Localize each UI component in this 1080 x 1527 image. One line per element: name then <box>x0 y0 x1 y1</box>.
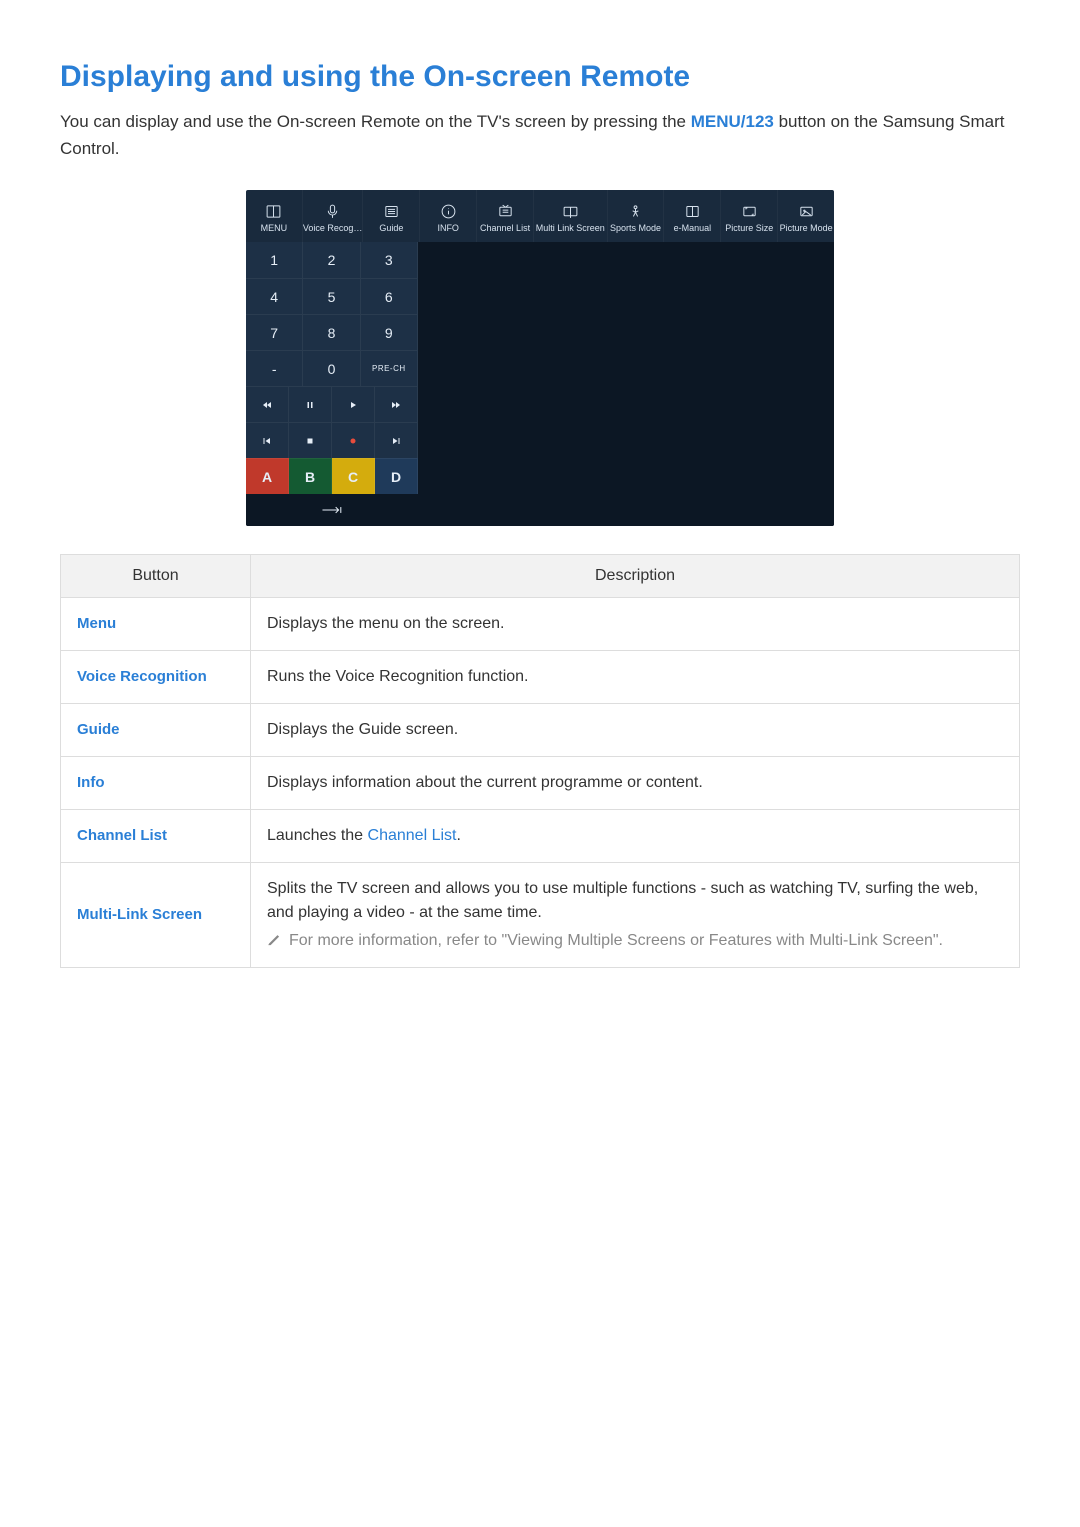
key-color-c[interactable]: C <box>332 458 375 494</box>
key-prech[interactable]: PRE-CH <box>361 350 418 386</box>
key-5[interactable]: 5 <box>303 278 360 314</box>
pause-icon <box>304 399 316 411</box>
record-icon <box>347 435 359 447</box>
note-icon <box>267 932 281 946</box>
key-rewind[interactable] <box>246 386 289 422</box>
key-pause[interactable] <box>289 386 332 422</box>
top-label: Multi Link Screen <box>536 223 605 233</box>
key-color-b[interactable]: B <box>289 458 332 494</box>
channel-list-link[interactable]: Channel List <box>368 827 457 844</box>
remote-empty-area <box>418 242 834 526</box>
microphone-icon <box>324 203 341 220</box>
top-label: Guide <box>379 223 403 233</box>
row-description: Displays the Guide screen. <box>251 704 1020 757</box>
top-channel-list-button[interactable]: Channel List <box>477 190 534 242</box>
row-button-name: Info <box>61 757 251 810</box>
remote-keypad: 1 2 3 4 5 6 7 8 9 - 0 PRE-CH <box>246 242 418 526</box>
stop-icon <box>304 435 316 447</box>
th-button: Button <box>61 555 251 598</box>
key-stop[interactable] <box>289 422 332 458</box>
key-1[interactable]: 1 <box>246 242 303 278</box>
intro-before: You can display and use the On-screen Re… <box>60 112 691 131</box>
key-0[interactable]: 0 <box>303 350 360 386</box>
table-row: Info Displays information about the curr… <box>61 757 1020 810</box>
top-label: Voice Recog… <box>303 223 363 233</box>
top-voice-button[interactable]: Voice Recog… <box>303 190 364 242</box>
key-prev[interactable] <box>246 422 289 458</box>
row-button-name: Multi-Link Screen <box>61 863 251 968</box>
play-icon <box>347 399 359 411</box>
row-description: Splits the TV screen and allows you to u… <box>251 863 1020 968</box>
top-label: MENU <box>261 223 288 233</box>
table-row: Guide Displays the Guide screen. <box>61 704 1020 757</box>
table-row: Voice Recognition Runs the Voice Recogni… <box>61 651 1020 704</box>
key-4[interactable]: 4 <box>246 278 303 314</box>
key-2[interactable]: 2 <box>303 242 360 278</box>
top-multilink-button[interactable]: Multi Link Screen <box>534 190 608 242</box>
desc-before: Launches the <box>267 827 368 844</box>
top-picture-size-button[interactable]: Picture Size <box>721 190 778 242</box>
table-row: Menu Displays the menu on the screen. <box>61 598 1020 651</box>
top-label: Picture Size <box>725 223 773 233</box>
top-label: INFO <box>437 223 459 233</box>
row-description: Displays information about the current p… <box>251 757 1020 810</box>
top-label: e-Manual <box>674 223 712 233</box>
row-description: Runs the Voice Recognition function. <box>251 651 1020 704</box>
key-forward[interactable] <box>375 386 418 422</box>
th-description: Description <box>251 555 1020 598</box>
onscreen-remote-figure: MENU Voice Recog… Guide INFO Channel Lis… <box>246 190 834 526</box>
guide-icon <box>383 203 400 220</box>
row-button-name: Menu <box>61 598 251 651</box>
top-info-button[interactable]: INFO <box>420 190 477 242</box>
skip-prev-icon <box>261 435 273 447</box>
table-row: Channel List Launches the Channel List. <box>61 810 1020 863</box>
forward-icon <box>390 399 402 411</box>
row-button-name: Channel List <box>61 810 251 863</box>
collapse-arrow-icon <box>321 504 343 516</box>
picture-mode-icon <box>798 203 815 220</box>
skip-next-icon <box>390 435 402 447</box>
button-description-table: Button Description Menu Displays the men… <box>60 554 1020 968</box>
key-collapse[interactable] <box>246 494 418 526</box>
row-description: Displays the menu on the screen. <box>251 598 1020 651</box>
top-label: Channel List <box>480 223 530 233</box>
multilink-icon <box>562 203 579 220</box>
remote-top-row: MENU Voice Recog… Guide INFO Channel Lis… <box>246 190 834 242</box>
mls-desc-note: For more information, refer to "Viewing … <box>289 929 943 953</box>
top-menu-button[interactable]: MENU <box>246 190 303 242</box>
key-dash[interactable]: - <box>246 350 303 386</box>
desc-after: . <box>456 827 460 844</box>
row-description: Launches the Channel List. <box>251 810 1020 863</box>
emanual-icon <box>684 203 701 220</box>
top-emanual-button[interactable]: e-Manual <box>664 190 721 242</box>
rewind-icon <box>261 399 273 411</box>
mls-desc-main: Splits the TV screen and allows you to u… <box>267 877 1003 925</box>
sports-icon <box>627 203 644 220</box>
top-picture-mode-button[interactable]: Picture Mode <box>778 190 834 242</box>
row-button-name: Guide <box>61 704 251 757</box>
channel-list-icon <box>497 203 514 220</box>
intro-text: You can display and use the On-screen Re… <box>60 108 1020 162</box>
key-3[interactable]: 3 <box>361 242 418 278</box>
info-icon <box>440 203 457 220</box>
row-button-name: Voice Recognition <box>61 651 251 704</box>
key-8[interactable]: 8 <box>303 314 360 350</box>
top-guide-button[interactable]: Guide <box>363 190 420 242</box>
table-row: Multi-Link Screen Splits the TV screen a… <box>61 863 1020 968</box>
key-play[interactable] <box>332 386 375 422</box>
top-label: Picture Mode <box>780 223 833 233</box>
key-record[interactable] <box>332 422 375 458</box>
menu-icon <box>265 203 282 220</box>
page-title: Displaying and using the On-screen Remot… <box>60 60 1020 94</box>
picture-size-icon <box>741 203 758 220</box>
top-label: Sports Mode <box>610 223 661 233</box>
key-6[interactable]: 6 <box>361 278 418 314</box>
key-color-a[interactable]: A <box>246 458 289 494</box>
key-7[interactable]: 7 <box>246 314 303 350</box>
key-color-d[interactable]: D <box>375 458 418 494</box>
key-9[interactable]: 9 <box>361 314 418 350</box>
top-sports-button[interactable]: Sports Mode <box>608 190 665 242</box>
intro-keyword: MENU/123 <box>691 112 774 131</box>
key-next[interactable] <box>375 422 418 458</box>
